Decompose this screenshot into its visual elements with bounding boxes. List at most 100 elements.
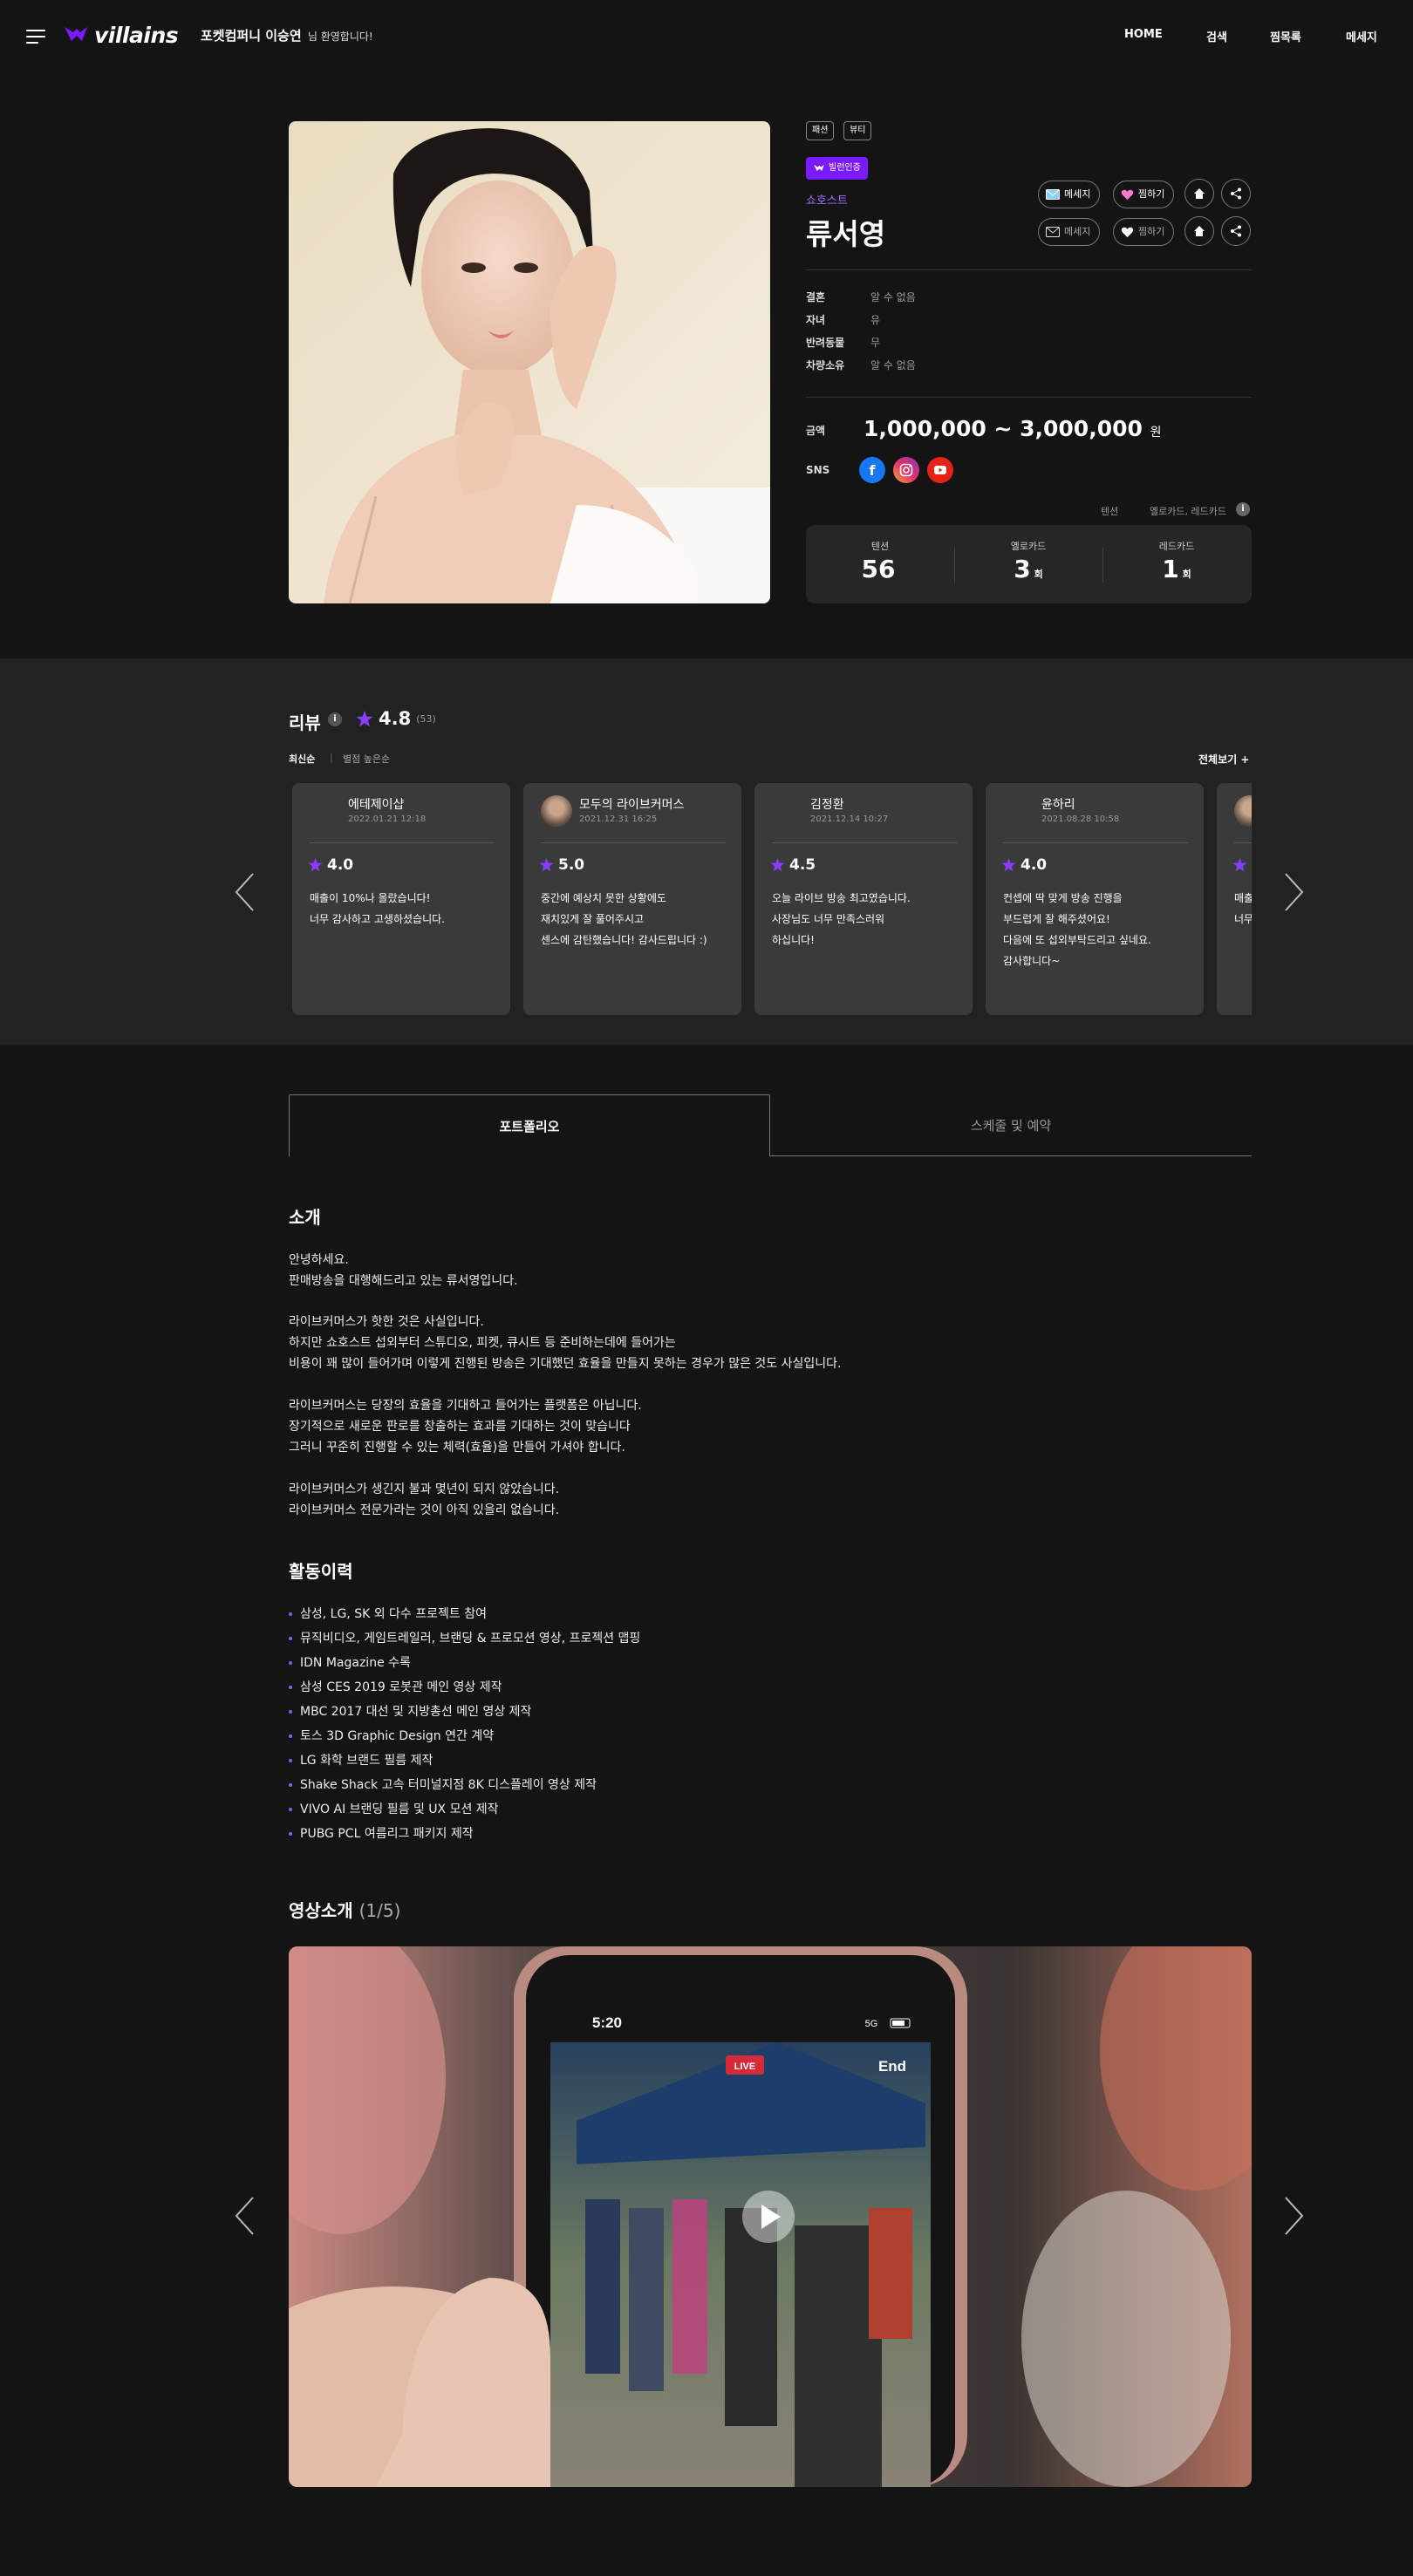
list-item: 토스 3D Graphic Design 연간 계약: [289, 1724, 640, 1748]
share-button[interactable]: [1221, 179, 1251, 208]
logo[interactable]: villains: [63, 21, 179, 49]
reviews-title: 리뷰: [289, 712, 321, 733]
villains-mark-icon: [814, 164, 824, 172]
attr-label: 결혼: [806, 291, 826, 303]
sort-rating[interactable]: 별점 높은순: [343, 752, 390, 766]
stat-tension: 텐션 56: [861, 541, 896, 583]
star-icon: [308, 858, 323, 872]
info-icon[interactable]: i: [1236, 502, 1250, 516]
review-date: 2022.01.21 12:18: [348, 814, 427, 824]
star-icon: [1001, 858, 1016, 872]
home-button[interactable]: [1184, 179, 1214, 208]
reviewer-name: 에테제이샵: [348, 798, 405, 812]
list-item: LG 화학 브랜드 필름 제작: [289, 1748, 640, 1773]
list-item: PUBG PCL 여름리그 패키지 제작: [289, 1822, 640, 1846]
facebook-icon[interactable]: f: [859, 457, 885, 483]
share-button[interactable]: [1221, 216, 1251, 246]
review-text: 매출이 10%나 올랐습니다! 너무 감사하고 고생하셨습니다.: [310, 892, 445, 925]
reviewer-name: 김정환: [810, 798, 844, 812]
tab-portfolio[interactable]: 포트폴리오: [289, 1094, 770, 1156]
tab-schedule[interactable]: 스케줄 및 예약: [770, 1094, 1252, 1156]
envelope-icon: [1046, 189, 1060, 200]
nav-wishlist[interactable]: 찜목록: [1270, 28, 1301, 44]
star-icon: [1232, 858, 1247, 872]
nav-messages[interactable]: 메세지: [1346, 28, 1377, 44]
message-button[interactable]: 메세지: [1038, 218, 1101, 246]
reviewer-name: 윤하리: [1041, 798, 1075, 812]
review-text: 중간에 예상치 못한 상황에도 재치있게 잘 풀어주시고 센스에 감탄했습니다! 감…: [541, 892, 707, 946]
review-card[interactable]: 윤하리 2021.08.28 10:58 4.0 컨셉에 딱 맞게 방송 진행을…: [986, 783, 1204, 1015]
view-all-link[interactable]: 전체보기 +: [1198, 752, 1249, 767]
attr-label: 반려동물: [806, 337, 845, 349]
list-item: Shake Shack 고속 터미널지점 8K 디스플레이 영상 제작: [289, 1773, 640, 1797]
category-tag[interactable]: 패션: [806, 121, 835, 140]
share-icon: [1231, 187, 1241, 200]
list-item: 뮤직비디오, 게임트레일러, 브랜딩 & 프로모션 영상, 프로젝션 맵핑: [289, 1626, 640, 1651]
instagram-icon[interactable]: [893, 457, 919, 483]
nav-home[interactable]: HOME: [1124, 28, 1163, 41]
history-title: 활동이력: [289, 1561, 353, 1582]
divider: [806, 397, 1252, 398]
profile-photo: [289, 121, 770, 603]
share-icon: [1231, 225, 1241, 237]
like-button[interactable]: 찜하기: [1113, 181, 1175, 208]
review-card[interactable]: 김정환 2021.12.14 10:27 4.5 오늘 라이브 방송 최고였습니…: [754, 783, 973, 1015]
profile-name: 류서영: [806, 217, 886, 251]
sort-divider: |: [330, 752, 333, 763]
intro-paragraph: 라이브커머스가 생긴지 불과 몇년이 되지 않았습니다. 라이브커머스 전문가라는…: [289, 1482, 560, 1517]
review-card[interactable]: 4 매출너무: [1217, 783, 1252, 1015]
category-tag[interactable]: 뷰티: [843, 121, 872, 140]
next-arrow-icon[interactable]: [1282, 2196, 1305, 2236]
review-text: 오늘 라이브 방송 최고였습니다. 사장님도 너무 만족스러워 하십니다!: [772, 892, 911, 946]
like-button[interactable]: 찜하기: [1113, 218, 1175, 246]
review-date: 2021.12.31 16:25: [579, 814, 658, 824]
review-score: 4.0: [308, 856, 353, 874]
villains-mark-icon: [65, 27, 87, 41]
stat-yellow-card: 옐로카드 3회: [1010, 541, 1047, 583]
avatar: [1003, 795, 1034, 827]
star-icon: [356, 710, 373, 726]
home-icon: [1194, 188, 1205, 199]
list-item: 삼성, LG, SK 외 다수 프로젝트 참여: [289, 1602, 640, 1626]
list-item: MBC 2017 대선 및 지방총선 메인 영상 제작: [289, 1700, 640, 1724]
info-icon[interactable]: i: [328, 712, 342, 726]
intro-paragraph: 라이브커머스가 핫한 것은 사실입니다. 하지만 쇼호스트 섭외부터 스튜디오, …: [289, 1315, 842, 1371]
review-card[interactable]: 모두의 라이브커머스 2021.12.31 16:25 5.0 중간에 예상치 …: [523, 783, 741, 1015]
menu-icon[interactable]: [26, 30, 45, 44]
logo-text: villains: [94, 22, 179, 48]
prev-arrow-icon[interactable]: [234, 872, 256, 912]
review-date: 2021.08.28 10:58: [1041, 814, 1120, 824]
avatar: [310, 795, 341, 827]
review-date: 2021.12.14 10:27: [810, 814, 889, 824]
heart-icon: [1121, 227, 1134, 237]
youtube-icon[interactable]: [927, 457, 953, 483]
welcome-message: 포켓컴퍼니 이승연 님 환영합니다!: [201, 28, 373, 44]
intro-title: 소개: [289, 1207, 321, 1228]
reviewer-name: 모두의 라이브커머스: [579, 798, 685, 812]
star-icon: [539, 858, 554, 872]
certified-badge: 빌런인증: [806, 157, 868, 180]
intro-paragraph: 라이브커머스는 당장의 효율을 기대하고 들어가는 플랫폼은 아닙니다. 장기적으…: [289, 1399, 642, 1455]
video-player[interactable]: LIVE End 5:20 5G: [289, 1946, 1252, 2487]
nav-search[interactable]: 검색: [1206, 28, 1227, 44]
message-button[interactable]: 메세지: [1038, 181, 1101, 208]
prev-arrow-icon[interactable]: [234, 2196, 256, 2236]
legend-tension: 텐션: [1101, 506, 1119, 517]
review-score: 4.5: [770, 856, 816, 874]
attr-value: 무: [870, 337, 881, 349]
stats-box: 텐션 56 옐로카드 3회 레드카드 1회: [806, 525, 1252, 603]
list-item: 삼성 CES 2019 로봇관 메인 영상 제작: [289, 1675, 640, 1700]
review-text: 매출 너무: [1234, 892, 1252, 925]
review-score: 4.0: [1001, 856, 1047, 874]
intro-paragraph: 안녕하세요. 판매방송을 대행해드리고 있는 류서영입니다.: [289, 1253, 518, 1288]
review-card[interactable]: 에테제이샵 2022.01.21 12:18 4.0 매출이 10%나 올랐습니…: [292, 783, 510, 1015]
next-arrow-icon[interactable]: [1282, 872, 1305, 912]
price-range: 1,000,000 ~ 3,000,000 원: [864, 416, 1162, 441]
profile-role: 쇼호스트: [806, 194, 848, 208]
envelope-icon: [1046, 227, 1060, 237]
home-button[interactable]: [1184, 216, 1214, 246]
star-icon: [770, 858, 785, 872]
avatar: [541, 795, 572, 827]
attr-label: 자녀: [806, 314, 826, 326]
sort-latest[interactable]: 최신순: [289, 752, 315, 766]
